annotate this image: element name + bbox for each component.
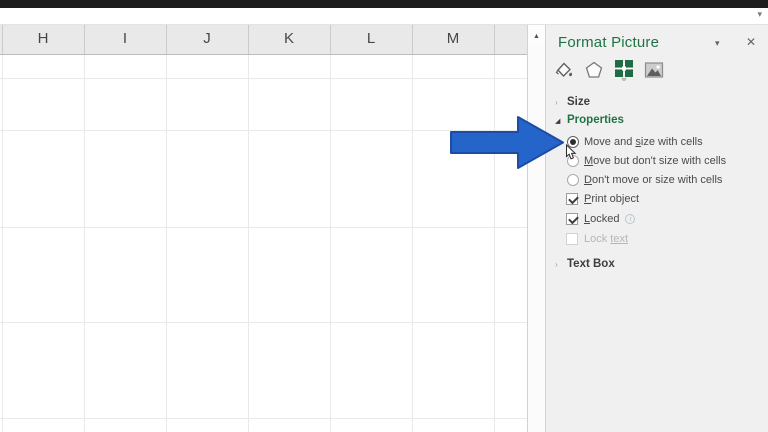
column-header-h[interactable]: H <box>2 30 84 47</box>
tab-fill-line[interactable] <box>551 57 576 83</box>
paint-bucket-icon <box>555 62 572 77</box>
checkbox <box>566 233 578 245</box>
chevron-right-icon: › <box>555 260 558 269</box>
checkbox[interactable] <box>566 193 578 205</box>
top-dark-bar <box>0 0 768 8</box>
spreadsheet-grid[interactable] <box>0 55 527 432</box>
size-properties-icon <box>614 60 633 81</box>
close-icon[interactable]: ✕ <box>746 35 756 49</box>
annotation-arrow-right <box>450 116 564 169</box>
radio-move-not-size[interactable]: Move but don't size with cells <box>546 154 768 170</box>
formula-bar-strip: ▾ <box>0 8 768 25</box>
tab-size-properties[interactable] <box>611 57 636 83</box>
column-header-j[interactable]: J <box>166 30 248 47</box>
radio-dont-move-or-size[interactable]: Don't move or size with cells <box>546 173 768 189</box>
section-properties-label: Properties <box>567 114 624 126</box>
checkbox-locked-label: Locked i <box>584 213 636 225</box>
scroll-up-icon: ▲ <box>533 33 540 40</box>
checkbox-lock-text: Lock text <box>546 232 768 248</box>
radio-move-and-size[interactable]: Move and size with cells <box>546 135 768 151</box>
radio-dont-move-or-size-label: Don't move or size with cells <box>584 174 723 186</box>
checkbox-print-object[interactable]: Print object <box>546 192 768 208</box>
pane-tab-bar <box>551 57 666 83</box>
column-header-k[interactable]: K <box>248 30 330 47</box>
mouse-cursor-icon <box>566 144 577 160</box>
vertical-scrollbar[interactable]: ▲ <box>527 25 546 432</box>
chevron-right-icon: › <box>555 98 558 107</box>
section-size[interactable]: › Size <box>546 96 768 112</box>
column-header-l[interactable]: L <box>330 30 412 47</box>
section-text-box-label: Text Box <box>567 258 615 270</box>
format-picture-pane: Format Picture ▾ ✕ › Size ◢ Properties M… <box>546 25 768 432</box>
radio-move-not-size-label: Move but don't size with cells <box>584 155 727 167</box>
pane-title: Format Picture <box>558 34 660 51</box>
section-size-label: Size <box>567 96 591 108</box>
section-text-box[interactable]: › Text Box <box>546 258 768 274</box>
picture-icon <box>644 62 663 78</box>
tab-effects[interactable] <box>581 57 606 83</box>
info-icon: i <box>625 214 636 224</box>
column-header-i[interactable]: I <box>84 30 166 47</box>
excel-window: ▾ H I J K L M ▲ Format Picture ▾ ✕ › Siz… <box>0 0 768 432</box>
checkbox-print-object-label: Print object <box>584 193 640 205</box>
pentagon-icon <box>585 61 602 78</box>
pane-options-caret-icon[interactable]: ▾ <box>715 38 720 49</box>
checkbox-locked[interactable]: Locked i <box>546 212 768 228</box>
chevron-down-icon[interactable]: ▾ <box>757 9 762 20</box>
checkbox-lock-text-label: Lock text <box>584 233 629 245</box>
checkbox[interactable] <box>566 213 578 225</box>
radio-button[interactable] <box>567 174 579 186</box>
column-header-m[interactable]: M <box>412 30 494 47</box>
radio-move-and-size-label: Move and size with cells <box>584 136 703 148</box>
tab-picture[interactable] <box>641 57 666 83</box>
scroll-up-button[interactable]: ▲ <box>528 25 545 44</box>
section-properties[interactable]: ◢ Properties <box>546 114 768 130</box>
column-headers[interactable]: H I J K L M <box>0 25 527 55</box>
